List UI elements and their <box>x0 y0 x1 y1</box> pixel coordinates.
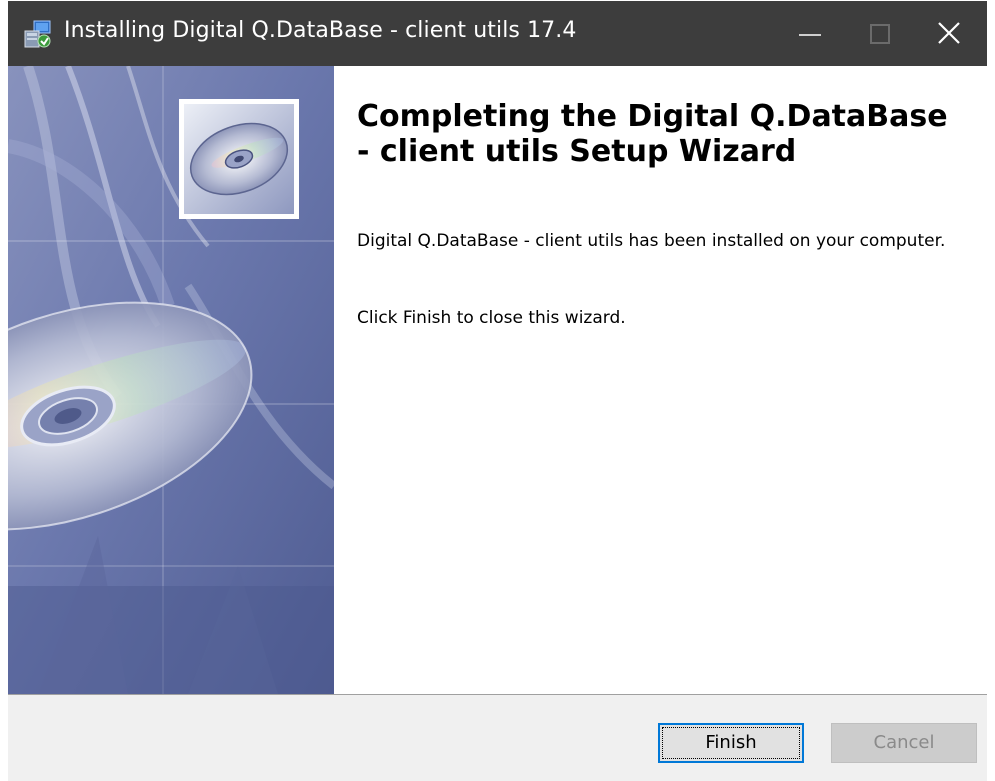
installer-app-icon <box>22 19 56 49</box>
wizard-content-panel: Completing the Digital Q.DataBase - clie… <box>334 66 987 694</box>
wizard-heading: Completing the Digital Q.DataBase - clie… <box>357 99 948 169</box>
focus-rectangle <box>662 727 800 759</box>
title-bar[interactable]: Installing Digital Q.DataBase - client u… <box>0 0 995 66</box>
close-button[interactable] <box>902 1 994 65</box>
window-title: Installing Digital Q.DataBase - client u… <box>64 18 577 43</box>
close-icon <box>938 22 960 44</box>
cancel-button-label: Cancel <box>873 732 935 753</box>
window-frame-left <box>0 0 8 781</box>
finish-instruction: Click Finish to close this wizard. <box>357 308 626 328</box>
button-bar: Finish Cancel <box>8 694 987 781</box>
install-complete-message: Digital Q.DataBase - client utils has be… <box>357 231 946 251</box>
finish-button[interactable]: Finish <box>658 723 804 763</box>
window-frame-right <box>987 0 995 781</box>
minimize-icon <box>799 34 821 36</box>
cancel-button: Cancel <box>831 723 977 763</box>
maximize-icon <box>870 24 890 44</box>
wizard-banner-image <box>8 66 334 694</box>
installer-window: Installing Digital Q.DataBase - client u… <box>0 0 995 781</box>
